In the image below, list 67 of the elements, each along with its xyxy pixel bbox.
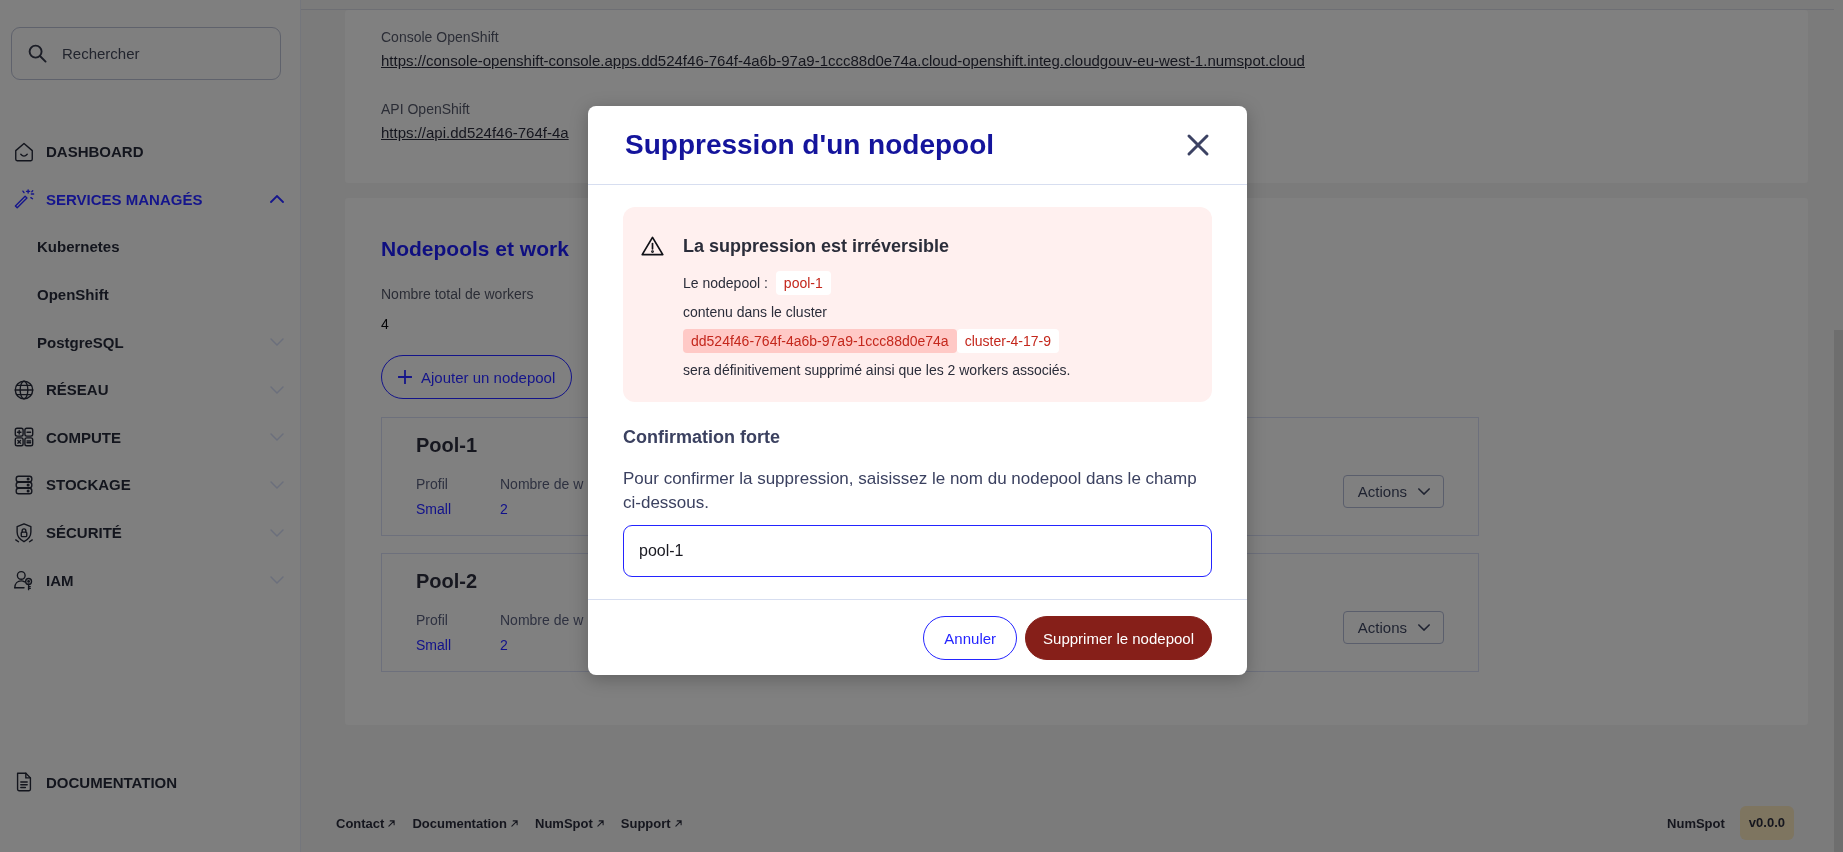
- section-heading: Nodepools et work: [381, 236, 569, 262]
- external-link-icon: [596, 819, 604, 827]
- footer-link[interactable]: Documentation: [412, 815, 518, 831]
- magic-wand-icon: [13, 188, 35, 211]
- submenu-item[interactable]: OpenShift: [0, 270, 300, 319]
- warning-icon: [641, 236, 664, 256]
- nav-item[interactable]: STOCKAGE: [0, 461, 300, 509]
- field-label: Profil: [416, 475, 448, 493]
- modal-title: Suppression d'un nodepool: [625, 128, 995, 162]
- chevron-down-icon: [1418, 624, 1430, 631]
- field-label: Nombre total de workers: [381, 285, 534, 304]
- nav-item[interactable]: DASHBOARD: [0, 128, 300, 176]
- alert-text: contenu dans le cluster: [683, 303, 827, 322]
- field-label: Nombre de w: [500, 611, 584, 629]
- name-tag: dd524f46-764f-4a6b-97a9-1ccc88d0e74a: [683, 329, 957, 353]
- close-icon: [1186, 133, 1210, 157]
- shield-lock-icon: [13, 521, 35, 544]
- actions-button[interactable]: Actions: [1342, 475, 1444, 508]
- external-link-icon: [674, 819, 682, 827]
- submenu-item[interactable]: Kubernetes: [0, 223, 300, 271]
- name-tag: pool-1: [775, 271, 831, 295]
- nav-item[interactable]: COMPUTE: [0, 413, 300, 462]
- chevron-down-icon: [1418, 488, 1430, 495]
- url-link[interactable]: https://api.dd524f46-764f-4a: [381, 122, 569, 144]
- footer-link[interactable]: NumSpot: [535, 815, 604, 831]
- field-label: Nombre de w: [500, 475, 584, 493]
- globe-icon: [13, 378, 35, 401]
- external-link-icon: [388, 819, 396, 827]
- footer-link[interactable]: Contact: [336, 815, 396, 831]
- plus-icon: [398, 370, 412, 384]
- search-field[interactable]: Rechercher: [11, 27, 281, 80]
- database-icon: [13, 473, 35, 496]
- nav-item[interactable]: IAM: [0, 556, 300, 604]
- nav-item[interactable]: SERVICES MANAGÉS: [0, 175, 300, 224]
- field-value: 4: [381, 315, 389, 334]
- alert-text: Le nodepool :: [683, 274, 768, 293]
- field-value: Small: [416, 500, 451, 518]
- url-link[interactable]: https://console-openshift-console.apps.dd524f46-764f-4a6b-97a9-1ccc88d0e74a.cloud-openshift.integ.cloudgouv-eu-west-1.numspot.cloud: [381, 50, 1305, 72]
- section-title: Confirmation forte: [623, 426, 781, 448]
- field-label: Profil: [416, 611, 448, 629]
- pool-name: Pool-1: [416, 433, 478, 458]
- nav-item[interactable]: SÉCURITÉ: [0, 508, 300, 557]
- home-icon: [13, 140, 35, 163]
- name-tag: cluster-4-17-9: [956, 329, 1060, 353]
- nav-item[interactable]: RÉSEAU: [0, 365, 300, 414]
- field-value: 2: [500, 636, 508, 654]
- pool-name: Pool-2: [416, 569, 478, 594]
- brand-name: NumSpot: [1667, 815, 1725, 831]
- footer-link[interactable]: Support: [620, 815, 682, 831]
- field-value: 2: [500, 500, 508, 518]
- instruction-text: Pour confirmer la suppression, saisissez le nom du nodepool dans le champ ci-dessous.: [623, 468, 1198, 514]
- field-label: API OpenShift: [381, 100, 470, 119]
- search-icon: [28, 44, 47, 63]
- user-key-icon: [13, 569, 35, 592]
- confirmation-input[interactable]: pool-1: [623, 525, 1212, 577]
- alert-text: sera définitivement supprimé ainsi que les 2 workers associés.: [683, 361, 1071, 380]
- calculator-icon: [13, 426, 35, 449]
- external-link-icon: [511, 819, 518, 827]
- cancel-button[interactable]: Annuler: [923, 616, 1018, 660]
- actions-button[interactable]: Actions: [1342, 611, 1444, 644]
- delete-button[interactable]: Supprimer le nodepool: [1025, 616, 1212, 660]
- submenu-item[interactable]: PostgreSQL: [0, 318, 300, 366]
- alert-title: La suppression est irréversible: [683, 235, 950, 258]
- nav-item[interactable]: DOCUMENTATION: [0, 758, 300, 806]
- field-label: Console OpenShift: [381, 28, 499, 47]
- field-value: Small: [416, 636, 451, 654]
- version-badge: v0.0.0: [1739, 806, 1794, 840]
